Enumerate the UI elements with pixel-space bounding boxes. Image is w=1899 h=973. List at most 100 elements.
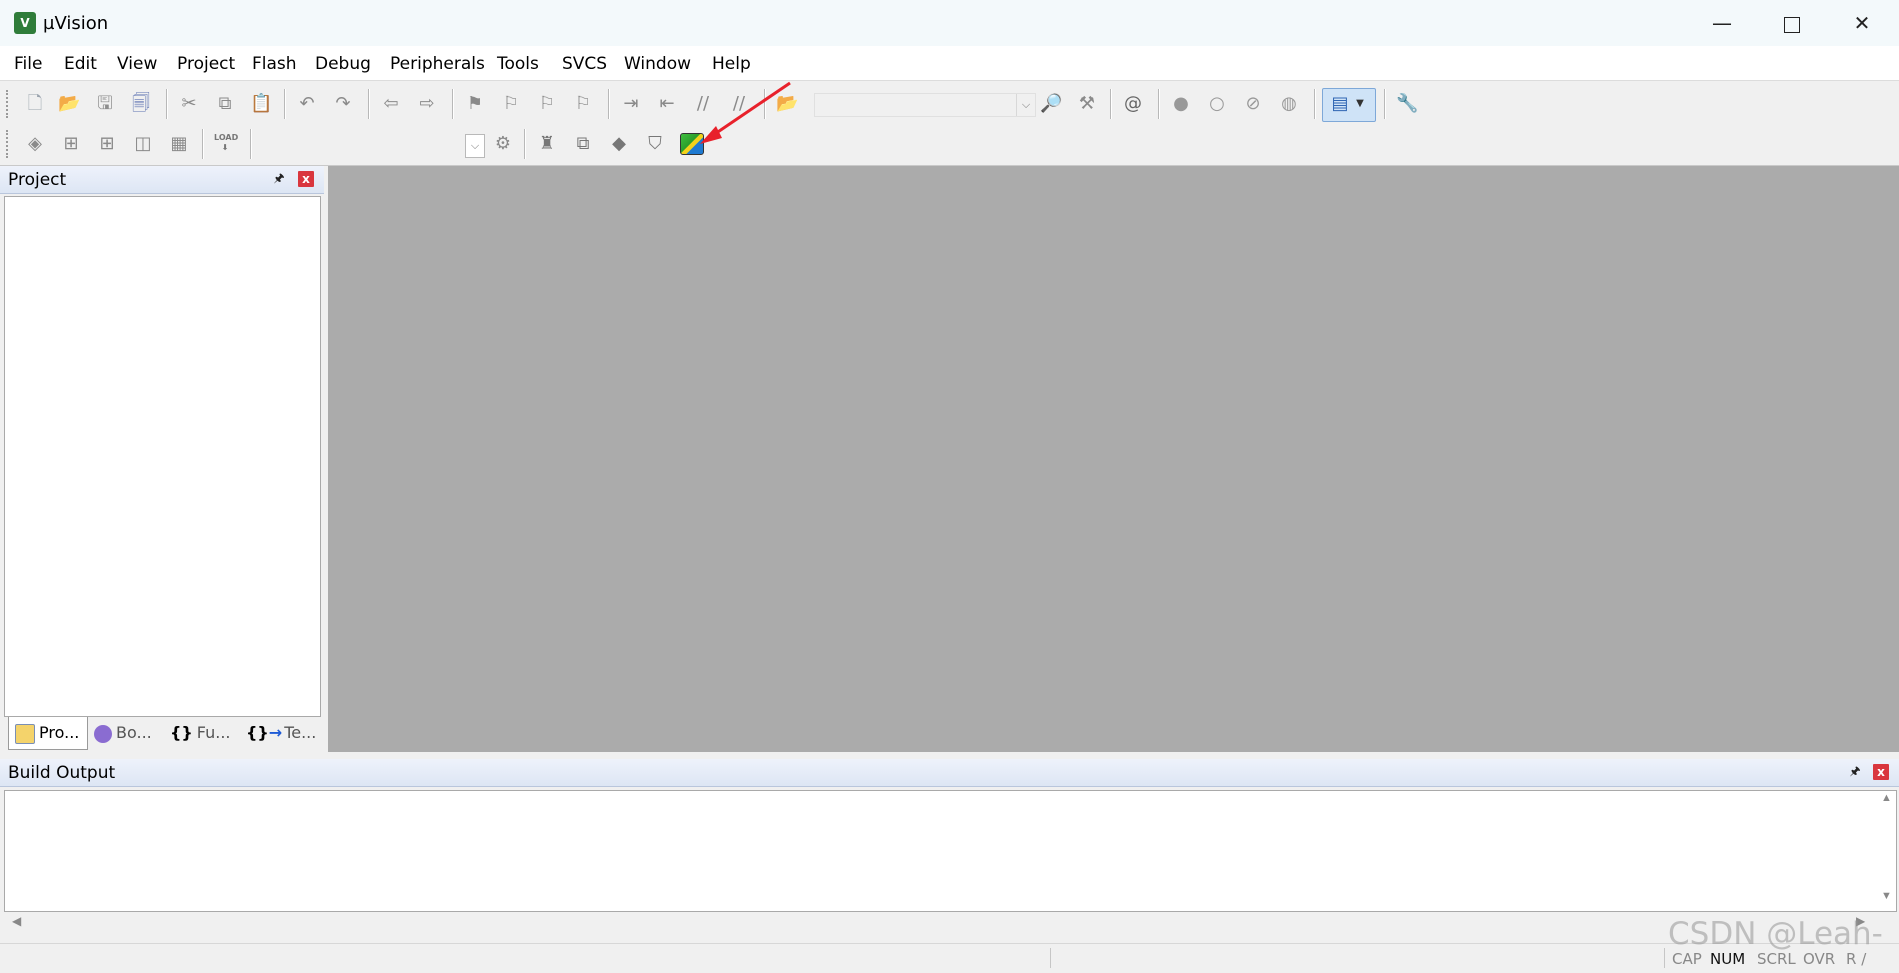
toolbar-grip[interactable] xyxy=(6,130,12,158)
project-panel-title: Project xyxy=(8,170,67,190)
undo-icon[interactable]: ↶ xyxy=(296,93,318,115)
previous-bookmark-icon[interactable]: ⚐ xyxy=(500,93,522,115)
menu-flash[interactable]: Flash xyxy=(252,54,297,74)
scroll-down-icon[interactable]: ▼ xyxy=(1881,890,1892,902)
disable-breakpoints-icon[interactable]: ⊘ xyxy=(1242,93,1264,115)
rebuild-icon[interactable]: ⊞ xyxy=(96,133,118,155)
debug-session-icon[interactable]: @ xyxy=(1122,93,1144,115)
chevron-down-icon: ▼ xyxy=(1356,98,1364,109)
toolbar-grip[interactable] xyxy=(6,90,12,118)
toolbar-separator xyxy=(1158,89,1160,119)
configure-tools-icon[interactable]: 🔧 xyxy=(1396,93,1418,115)
enable-breakpoint-icon[interactable]: ○ xyxy=(1206,93,1228,115)
chevron-down-icon: ⌵ xyxy=(465,134,485,158)
unindent-icon[interactable]: ⇤ xyxy=(656,93,678,115)
editor-area[interactable] xyxy=(328,166,1899,752)
menu-debug[interactable]: Debug xyxy=(315,54,371,74)
toolbar-separator xyxy=(202,129,204,159)
project-panel: Project 🖈 x Pro... Bo... {} Fu... {}→ Te..… xyxy=(0,166,324,753)
find-icon[interactable]: 🔎 xyxy=(1040,93,1062,115)
new-file-icon[interactable]: 🗋 xyxy=(24,93,46,115)
tab-templates[interactable]: {}→ Te... xyxy=(240,717,318,749)
pack-installer-icon[interactable] xyxy=(680,133,704,155)
manage-project-items-icon[interactable]: ♜ xyxy=(536,133,558,155)
status-divider xyxy=(1664,948,1665,968)
close-window-button[interactable]: ✕ xyxy=(1827,0,1897,46)
navigate-back-icon[interactable]: ⇦ xyxy=(380,93,402,115)
status-bar: CAP NUM SCRL OVR R / xyxy=(0,943,1899,973)
tab-label: Bo... xyxy=(116,723,152,742)
scroll-up-icon[interactable]: ▲ xyxy=(1881,792,1892,804)
horizontal-scrollbar[interactable]: ◀ ▶ xyxy=(4,912,1874,932)
file-toolbar: 🗋 📂 🖫 🗐 ✂ ⧉ 📋 ↶ ↷ ⇦ ⇨ ⚑ ⚐ ⚐ ⚐ ⇥ ⇤ // // … xyxy=(6,84,1426,124)
build-output-title: Build Output xyxy=(8,763,116,783)
pin-icon[interactable]: 🖈 xyxy=(1848,764,1862,778)
status-num: NUM xyxy=(1710,950,1746,968)
cut-icon[interactable]: ✂ xyxy=(178,93,200,115)
open-file-icon[interactable]: 📂 xyxy=(58,93,80,115)
tab-project[interactable]: Pro... xyxy=(8,717,88,750)
menu-peripherals[interactable]: Peripherals xyxy=(390,54,485,74)
stop-build-icon[interactable]: ▦ xyxy=(168,133,190,155)
close-panel-button[interactable]: x xyxy=(1873,764,1889,780)
next-bookmark-icon[interactable]: ⚐ xyxy=(536,93,558,115)
redo-icon[interactable]: ↷ xyxy=(332,93,354,115)
project-icon xyxy=(15,723,35,744)
find-combo[interactable]: ⌵ xyxy=(814,93,1036,117)
save-all-icon[interactable]: 🗐 xyxy=(130,93,152,115)
pin-icon[interactable]: 🖈 xyxy=(272,171,286,185)
menu-help[interactable]: Help xyxy=(712,54,751,74)
comment-icon[interactable]: // xyxy=(692,93,714,115)
clear-bookmarks-icon[interactable]: ⚐ xyxy=(572,93,594,115)
save-icon[interactable]: 🖫 xyxy=(94,93,116,115)
download-load-icon[interactable]: LOAD ⬇ xyxy=(214,133,238,155)
copy-icon[interactable]: ⧉ xyxy=(214,93,236,115)
menu-project[interactable]: Project xyxy=(177,54,235,74)
menu-window[interactable]: Window xyxy=(624,54,691,74)
menu-tools[interactable]: Tools xyxy=(497,54,539,74)
manage-multi-project-icon[interactable]: ⧉ xyxy=(572,133,594,155)
window-layout-icon: ▤ xyxy=(1331,93,1349,114)
tab-books[interactable]: Bo... xyxy=(88,717,162,749)
status-divider xyxy=(1050,948,1051,968)
menu-view[interactable]: View xyxy=(117,54,157,74)
navigate-forward-icon[interactable]: ⇨ xyxy=(416,93,438,115)
insert-bookmark-icon[interactable]: ⚑ xyxy=(464,93,486,115)
find-in-files-icon[interactable]: 📂 xyxy=(776,93,798,115)
window-layout-button[interactable]: ▤ ▼ xyxy=(1322,88,1376,122)
toolbar-separator xyxy=(368,89,370,119)
toolbar-separator xyxy=(1110,89,1112,119)
menu-file[interactable]: File xyxy=(14,54,42,74)
menu-svcs[interactable]: SVCS xyxy=(562,54,607,74)
menu-edit[interactable]: Edit xyxy=(64,54,97,74)
tab-functions[interactable]: {} Fu... xyxy=(164,717,238,749)
paste-icon[interactable]: 📋 xyxy=(250,93,272,115)
build-output-text[interactable] xyxy=(4,790,1897,912)
translate-icon[interactable]: ◈ xyxy=(24,133,46,155)
indent-icon[interactable]: ⇥ xyxy=(620,93,642,115)
scroll-left-icon[interactable]: ◀ xyxy=(12,914,21,928)
close-panel-button[interactable]: x xyxy=(298,171,314,187)
minimize-button[interactable]: — xyxy=(1687,0,1757,46)
vertical-scrollbar[interactable]: ▲ ▼ xyxy=(1877,792,1895,906)
toolbar-separator xyxy=(452,89,454,119)
manage-run-time-environment-icon[interactable]: ◆ xyxy=(608,133,630,155)
uvision-app-icon[interactable]: V xyxy=(14,12,36,34)
toolbar-separator xyxy=(1314,89,1316,119)
insert-breakpoint-icon[interactable]: ● xyxy=(1170,93,1192,115)
target-options-icon[interactable]: ⚙ xyxy=(492,133,514,155)
toolbar-separator xyxy=(608,89,610,119)
uncomment-icon[interactable]: // xyxy=(728,93,750,115)
toolbar-separator xyxy=(284,89,286,119)
select-target-combo[interactable]: ⌵ xyxy=(258,133,486,158)
select-software-packs-icon[interactable]: ⛉ xyxy=(644,133,666,155)
build-icon[interactable]: ⊞ xyxy=(60,133,82,155)
build-output-panel: Build Output 🖈 x ▲ ▼ ◀ ▶ xyxy=(0,759,1899,943)
toolbar-separator xyxy=(764,89,766,119)
functions-icon: {} xyxy=(170,723,193,742)
kill-breakpoints-icon[interactable]: ◍ xyxy=(1278,93,1300,115)
batch-build-icon[interactable]: ◫ xyxy=(132,133,154,155)
project-tree[interactable] xyxy=(4,196,321,717)
incremental-find-icon[interactable]: ⚒ xyxy=(1076,93,1098,115)
maximize-button[interactable] xyxy=(1757,0,1827,46)
